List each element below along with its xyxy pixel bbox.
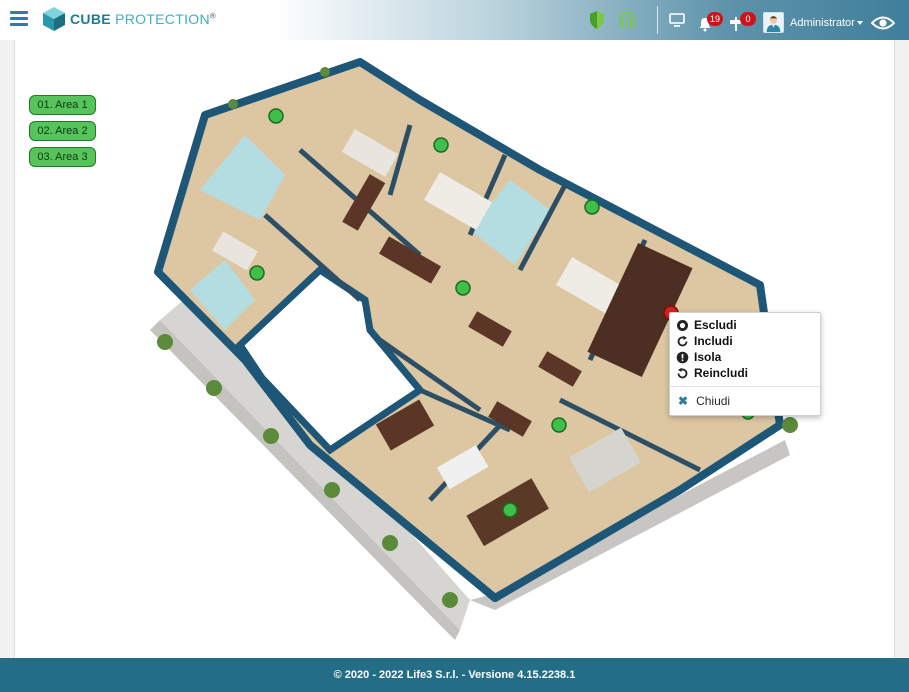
redo-icon [677, 335, 688, 346]
sensor-icon[interactable] [584, 199, 600, 215]
circle-icon [677, 319, 688, 331]
footer-text: © 2020 - 2022 Life3 S.r.l. - Versione 4.… [333, 669, 576, 681]
undo-icon [677, 367, 688, 378]
menu-item-label: Reincludi [694, 366, 749, 380]
sensor-icon[interactable] [455, 280, 471, 296]
sensor-icon[interactable] [268, 108, 284, 124]
sensor-icon[interactable] [502, 502, 518, 518]
area-button-1[interactable]: 01. Area 1 [29, 95, 96, 115]
menu-item-label: Isola [694, 350, 722, 364]
exclamation-circle-icon [676, 351, 689, 363]
menu-divider [670, 386, 820, 387]
menu-item-isola[interactable]: Isola [676, 349, 721, 365]
area-button-2[interactable]: 02. Area 2 [29, 121, 96, 141]
menu-item-includi[interactable]: Includi [676, 333, 733, 349]
menu-item-reincludi[interactable]: Reincludi [676, 365, 748, 381]
footer: © 2020 - 2022 Life3 S.r.l. - Versione 4.… [0, 658, 909, 692]
area-button-3[interactable]: 03. Area 3 [29, 147, 96, 167]
menu-item-escludi[interactable]: Escludi [676, 317, 737, 333]
sensor-icon[interactable] [433, 137, 449, 153]
sensor-icon[interactable] [249, 265, 265, 281]
sensor-context-menu: Escludi Includi Isola Reincludi ✖ Chiudi [669, 312, 821, 416]
sensor-icon[interactable] [551, 417, 567, 433]
menu-item-label: Chiudi [696, 394, 731, 408]
menu-item-chiudi[interactable]: ✖ Chiudi [678, 394, 730, 408]
menu-item-label: Includi [694, 334, 733, 348]
menu-item-label: Escludi [694, 318, 737, 332]
close-icon: ✖ [678, 394, 689, 408]
